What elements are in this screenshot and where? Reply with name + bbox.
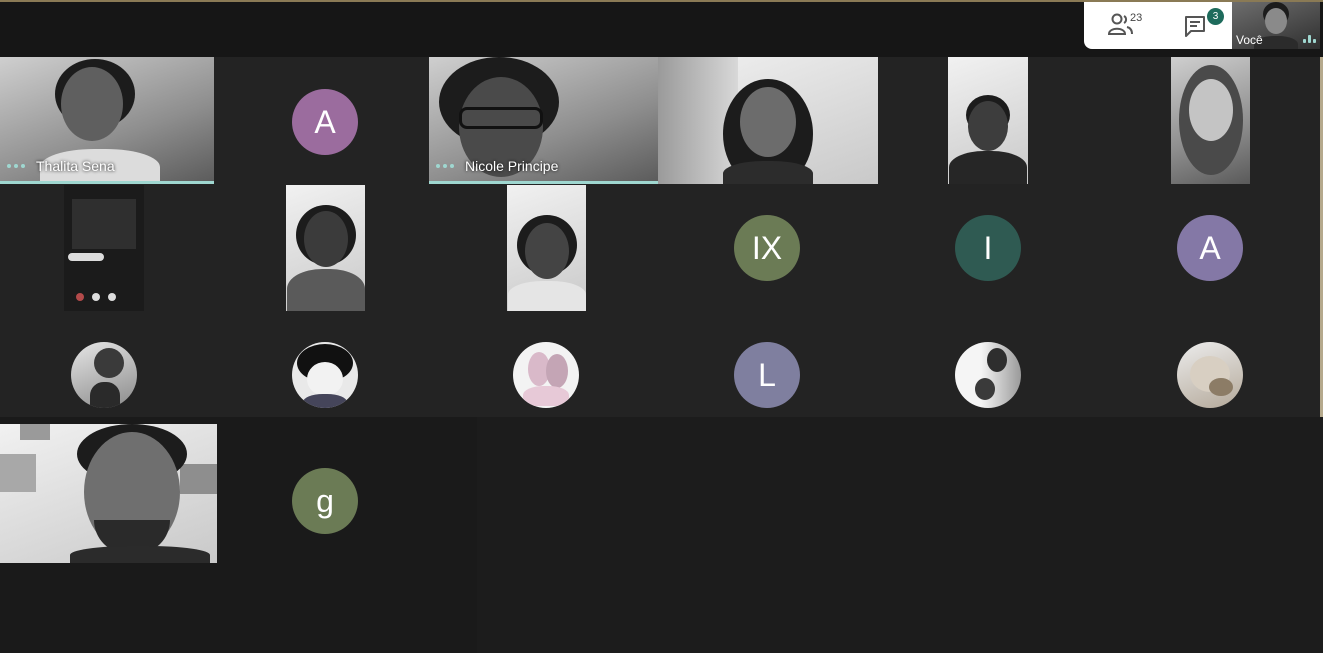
participant-video-tile[interactable] [0, 424, 217, 563]
avatar-l[interactable]: L [734, 342, 800, 408]
participants-button[interactable]: 23 [1106, 10, 1146, 40]
avatar-ix[interactable]: IX [734, 215, 800, 281]
participant-video-tile[interactable] [658, 57, 878, 184]
profile-photo-avatar[interactable] [955, 342, 1021, 408]
avatar-a[interactable]: A [292, 89, 358, 155]
avatar-g[interactable]: g [292, 468, 358, 534]
chat-icon [1185, 16, 1205, 37]
tile-thalita-sena[interactable]: Thalita Sena [0, 57, 214, 184]
participant-name: Nicole Principe [465, 158, 559, 174]
audio-level-icon [1303, 35, 1316, 43]
meeting-toolbar: 23 3 [1084, 2, 1232, 49]
glasses-icon [459, 107, 543, 129]
participant-name: Thalita Sena [36, 158, 115, 174]
speaking-indicator-icon [7, 164, 25, 168]
speaking-indicator-icon [436, 164, 454, 168]
participant-video-tile[interactable] [507, 185, 586, 311]
participants-count: 23 [1130, 12, 1143, 24]
self-label: Você [1236, 33, 1263, 47]
screen-share-tile[interactable] [64, 185, 144, 311]
profile-photo-avatar[interactable] [71, 342, 137, 408]
cartoon-avatar-icon[interactable] [292, 342, 358, 408]
cat-photo-avatar-icon[interactable] [1177, 342, 1243, 408]
avatar-a-second[interactable]: A [1177, 215, 1243, 281]
active-speaker-bar [0, 181, 214, 184]
empty-area [477, 417, 1323, 653]
participant-video-tile[interactable] [948, 57, 1028, 184]
participant-video-tile[interactable] [1171, 57, 1250, 184]
tile-nicole-principe[interactable]: Nicole Principe [429, 57, 658, 184]
illustration-avatar-icon[interactable] [513, 342, 579, 408]
self-view-tile[interactable]: Você [1232, 2, 1320, 49]
avatar-i[interactable]: I [955, 215, 1021, 281]
active-speaker-bar [429, 181, 658, 184]
participant-video-tile[interactable] [286, 185, 365, 311]
chat-button[interactable]: 3 [1182, 8, 1224, 40]
chat-badge: 3 [1207, 8, 1224, 25]
